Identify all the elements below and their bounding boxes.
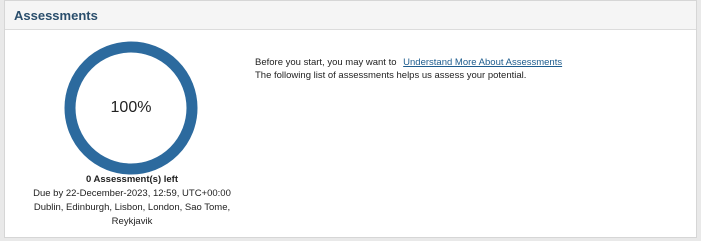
assessments-left: 0 Assessment(s) left: [85, 174, 179, 185]
timezone-line-1: Dublin, Edinburgh, Lisbon, London, Sao T…: [33, 202, 231, 213]
intro-prefix: Before you start, you may want to: [255, 57, 397, 68]
intro-description: The following list of assessments helps …: [255, 70, 527, 81]
assessment-summary: 0 Assessment(s) left Due by 22-December-…: [9, 173, 255, 229]
progress-ring: 100%: [64, 41, 198, 175]
progress-percent: 100%: [110, 99, 152, 116]
due-date: Due by 22-December-2023, 12:59, UTC+00:0…: [33, 188, 231, 199]
panel-header: Assessments: [5, 1, 696, 30]
understand-assessments-link[interactable]: Understand More About Assessments: [403, 57, 562, 68]
timezone-line-2: Reykjavik: [111, 216, 153, 227]
panel-title: Assessments: [14, 7, 98, 23]
intro-line-1: Before you start, you may want to Unders…: [255, 56, 562, 69]
assessments-panel: Assessments 100% 0 Assessment(s) left Du…: [4, 0, 697, 238]
intro-text: Before you start, you may want to Unders…: [255, 56, 562, 82]
